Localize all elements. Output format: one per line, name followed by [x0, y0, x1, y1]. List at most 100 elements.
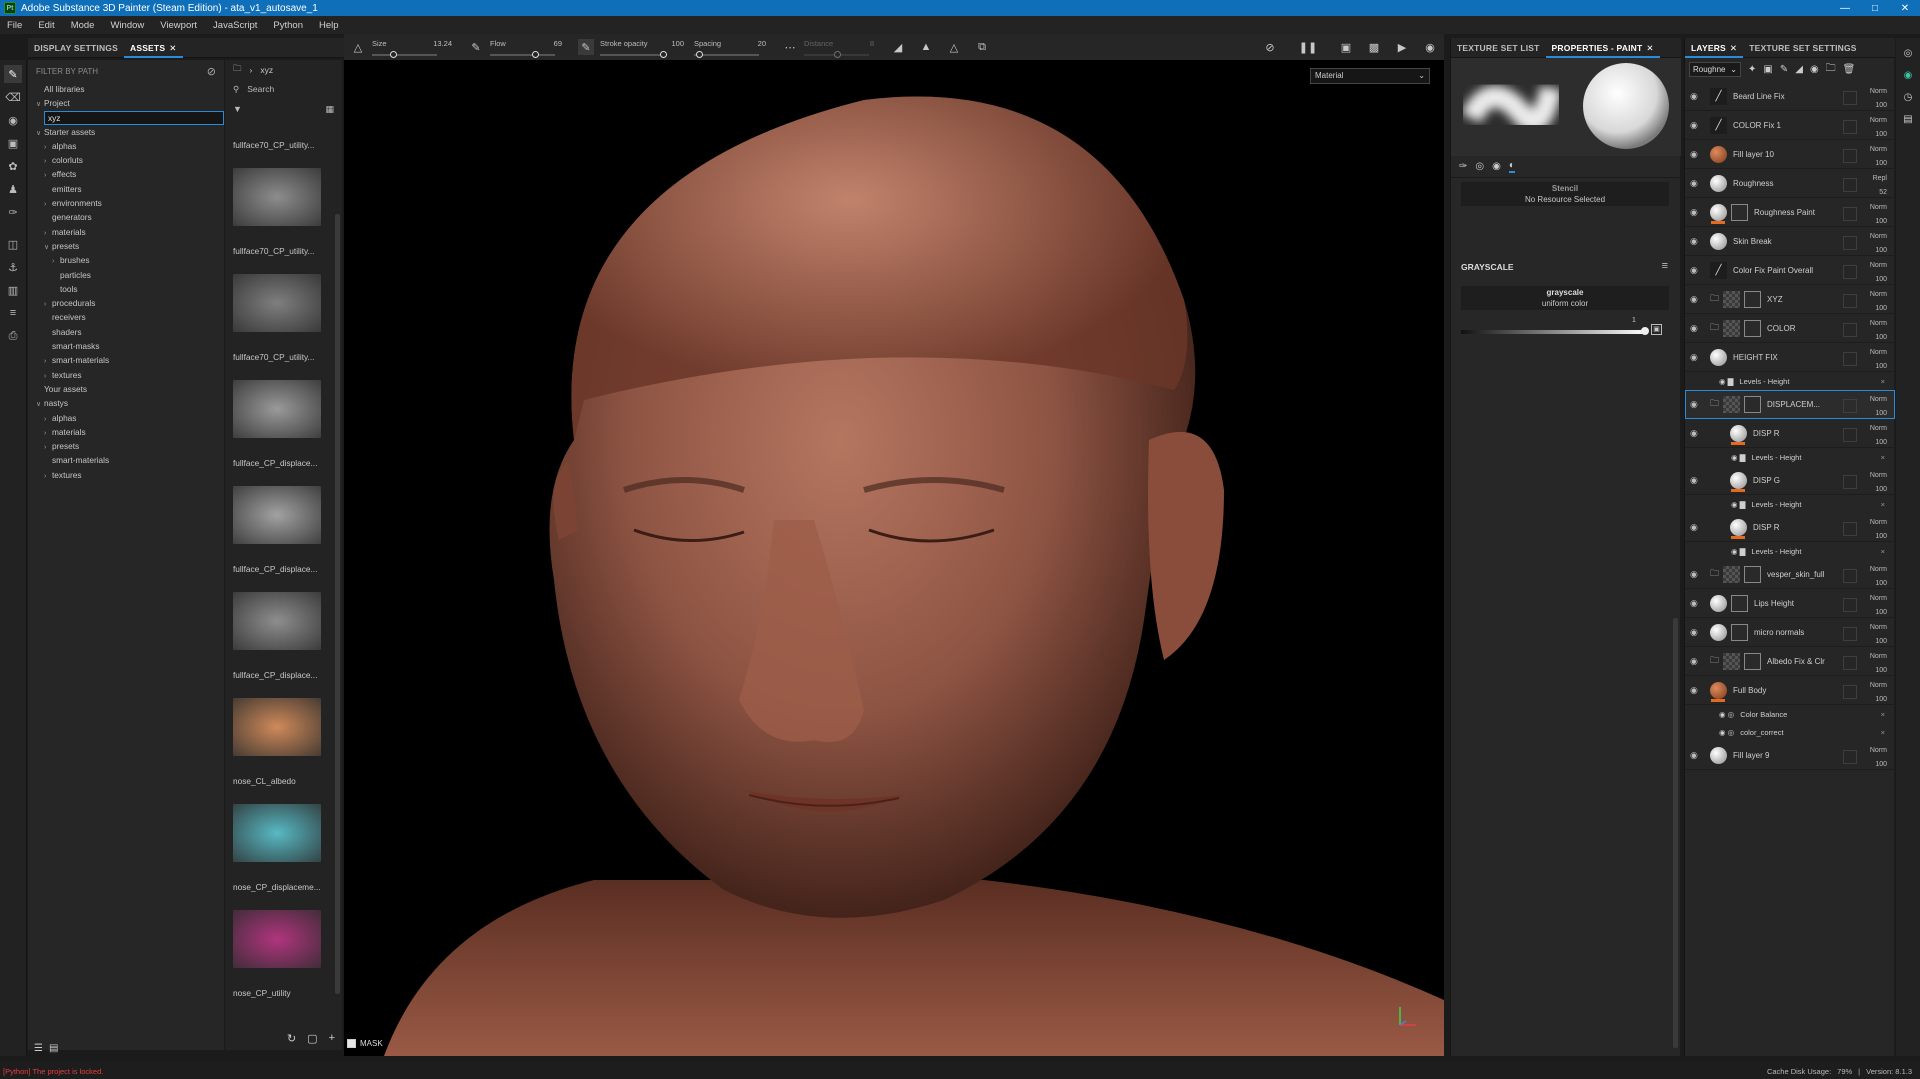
spacing-value[interactable]: 20 [758, 39, 766, 48]
mask-thumbnail[interactable] [1744, 319, 1762, 337]
tree-item[interactable]: › smart-materials [28, 353, 224, 367]
blend-swatch[interactable] [1843, 428, 1857, 442]
3d-view-icon[interactable]: ▩ [1366, 39, 1382, 55]
remove-effect-icon[interactable]: × [1881, 377, 1885, 386]
effect-row[interactable]: ◉ ▇ Levels - Height × [1685, 495, 1895, 513]
new-folder-icon[interactable]: ▢ [307, 1032, 317, 1045]
effect-row[interactable]: ◉ ◎ Color Balance × [1685, 705, 1895, 723]
folder-icon[interactable]: 🗀 [1710, 291, 1719, 307]
maximize-icon[interactable]: □ [1860, 0, 1890, 16]
eye-icon[interactable]: ◉ [1690, 323, 1700, 334]
clone-icon[interactable]: ♟ [4, 180, 22, 198]
menu-help[interactable]: Help [312, 20, 348, 31]
spacing-slider[interactable] [694, 50, 759, 58]
folder-icon[interactable]: 🗀 [1710, 566, 1719, 582]
blend-mode-value[interactable]: Norm [1870, 85, 1887, 99]
layer-row[interactable]: ◉ 🗀 vesper_skin_full Norm 100 [1685, 560, 1895, 589]
blend-mode[interactable]: Norm 100 [1870, 650, 1887, 678]
tree-item[interactable]: › procedurals [28, 296, 224, 310]
eye-icon[interactable]: ◉ [1690, 399, 1700, 410]
video-camera-icon[interactable]: ▶ [1394, 39, 1410, 55]
blend-mode-value[interactable]: Norm [1870, 346, 1887, 360]
add-folder-icon[interactable]: 🗀 [1826, 61, 1836, 78]
layer-row[interactable]: ◉ DISP R Norm 100 [1685, 419, 1895, 448]
eye-icon[interactable]: ◉ [1690, 207, 1700, 218]
grid-view-icon[interactable]: ▦ [325, 104, 334, 115]
tree-item[interactable]: tools [28, 282, 224, 296]
tree-item[interactable]: › materials [28, 425, 224, 439]
lazy-mouse-icon[interactable]: ⋯ [782, 39, 798, 55]
export-icon[interactable]: ⎙ [4, 327, 22, 345]
stencil-icon[interactable]: ◐ [1508, 160, 1515, 173]
layer-row[interactable]: ◉ Fill layer 10 Norm 100 [1685, 140, 1895, 169]
close-tab-icon[interactable]: ✕ [1730, 43, 1737, 53]
tree-item[interactable]: Your assets [28, 382, 224, 396]
levels-icon[interactable]: ◉ ▇ [1731, 547, 1745, 556]
shader-icon[interactable]: ◉ [1901, 68, 1915, 82]
tree-item[interactable]: › materials [28, 225, 224, 239]
tree-view-icon[interactable]: ▤ [49, 1043, 58, 1054]
properties-scrollbar[interactable] [1673, 618, 1678, 1048]
layer-row[interactable]: ◉ DISP R Norm 100 [1685, 513, 1895, 542]
blend-mode[interactable]: Norm 100 [1870, 592, 1887, 620]
menu-window[interactable]: Window [103, 20, 153, 31]
thumbnail-image[interactable] [233, 910, 321, 968]
blend-swatch[interactable] [1843, 685, 1857, 699]
eye-icon[interactable]: ◉ [1690, 522, 1700, 533]
blend-swatch[interactable] [1843, 207, 1857, 221]
eye-icon[interactable]: ◉ [1690, 627, 1700, 638]
blend-mode-value[interactable]: Norm [1870, 679, 1887, 693]
tree-item[interactable]: › effects [28, 167, 224, 181]
blend-mode[interactable]: Norm 100 [1870, 422, 1887, 450]
mask-thumbnail[interactable] [1731, 203, 1748, 221]
blend-swatch[interactable] [1843, 294, 1857, 308]
mask-thumbnail[interactable] [1731, 623, 1748, 641]
close-tab-icon[interactable]: ✕ [1646, 43, 1653, 53]
mirror-icon[interactable]: ▲ [918, 39, 934, 55]
grayscale-slot[interactable]: grayscale uniform color [1461, 286, 1669, 310]
eye-icon[interactable]: ◉ [1690, 91, 1700, 102]
stroke-pressure-icon[interactable]: ✎ [578, 39, 594, 55]
effect-row[interactable]: ◉ ▇ Levels - Height × [1685, 542, 1895, 560]
material-icon[interactable]: ◎ [1475, 161, 1484, 172]
thumbnail-label[interactable]: fullface_CP_displace... [225, 670, 325, 684]
eye-icon[interactable]: ◉ [1690, 178, 1700, 189]
blend-swatch[interactable] [1843, 352, 1857, 366]
tiling-icon[interactable]: △ [946, 39, 962, 55]
levels-icon[interactable]: ◉ ▇ [1731, 500, 1745, 509]
tab-assets[interactable]: ASSETS ✕ [123, 38, 183, 58]
blend-mode[interactable]: Norm 100 [1870, 288, 1887, 316]
blend-mode-value[interactable]: Norm [1870, 393, 1887, 407]
thumbnail-label[interactable]: nose_CL_albedo [225, 776, 325, 790]
paint-brush-icon[interactable]: ✎ [4, 65, 22, 83]
hide-icon[interactable]: ⊘ [1262, 39, 1278, 55]
mask-toggle[interactable]: MASK [347, 1039, 383, 1048]
blend-swatch[interactable] [1843, 627, 1857, 641]
blend-swatch[interactable] [1843, 522, 1857, 536]
blend-mode-value[interactable]: Norm [1870, 288, 1887, 302]
symmetry-toggle-icon[interactable]: ◢ [890, 39, 906, 55]
thumbnail-image[interactable] [233, 380, 321, 438]
blend-swatch[interactable] [1843, 120, 1857, 134]
tree-item[interactable]: ∨ Project [28, 96, 224, 110]
blend-mode[interactable]: Norm 100 [1870, 621, 1887, 649]
blend-mode-value[interactable]: Norm [1870, 317, 1887, 331]
size-slider[interactable] [372, 50, 437, 58]
log-icon[interactable]: ▤ [1901, 112, 1915, 126]
menu-viewport[interactable]: Viewport [153, 20, 206, 31]
blend-mode[interactable]: Norm 100 [1870, 744, 1887, 772]
blend-mode[interactable]: Norm 100 [1870, 201, 1887, 229]
blend-swatch[interactable] [1843, 149, 1857, 163]
smart-material-icon[interactable]: ◉ [1810, 64, 1819, 75]
symmetry-icon[interactable]: △ [350, 39, 366, 55]
thumbnail-image[interactable] [233, 274, 321, 332]
blend-swatch[interactable] [1843, 91, 1857, 105]
color-correct-icon[interactable]: ◉ ◎ [1719, 728, 1734, 737]
tree-item[interactable]: › textures [28, 468, 224, 482]
eye-icon[interactable]: ◉ [1690, 120, 1700, 131]
layer-row[interactable]: ◉ 🗀 COLOR Norm 100 [1685, 314, 1895, 343]
blend-swatch[interactable] [1843, 598, 1857, 612]
screenshot-camera-icon[interactable]: ◉ [1422, 39, 1438, 55]
add-fill-layer-icon[interactable]: ◢ [1795, 64, 1803, 75]
flow-value[interactable]: 69 [554, 39, 562, 48]
